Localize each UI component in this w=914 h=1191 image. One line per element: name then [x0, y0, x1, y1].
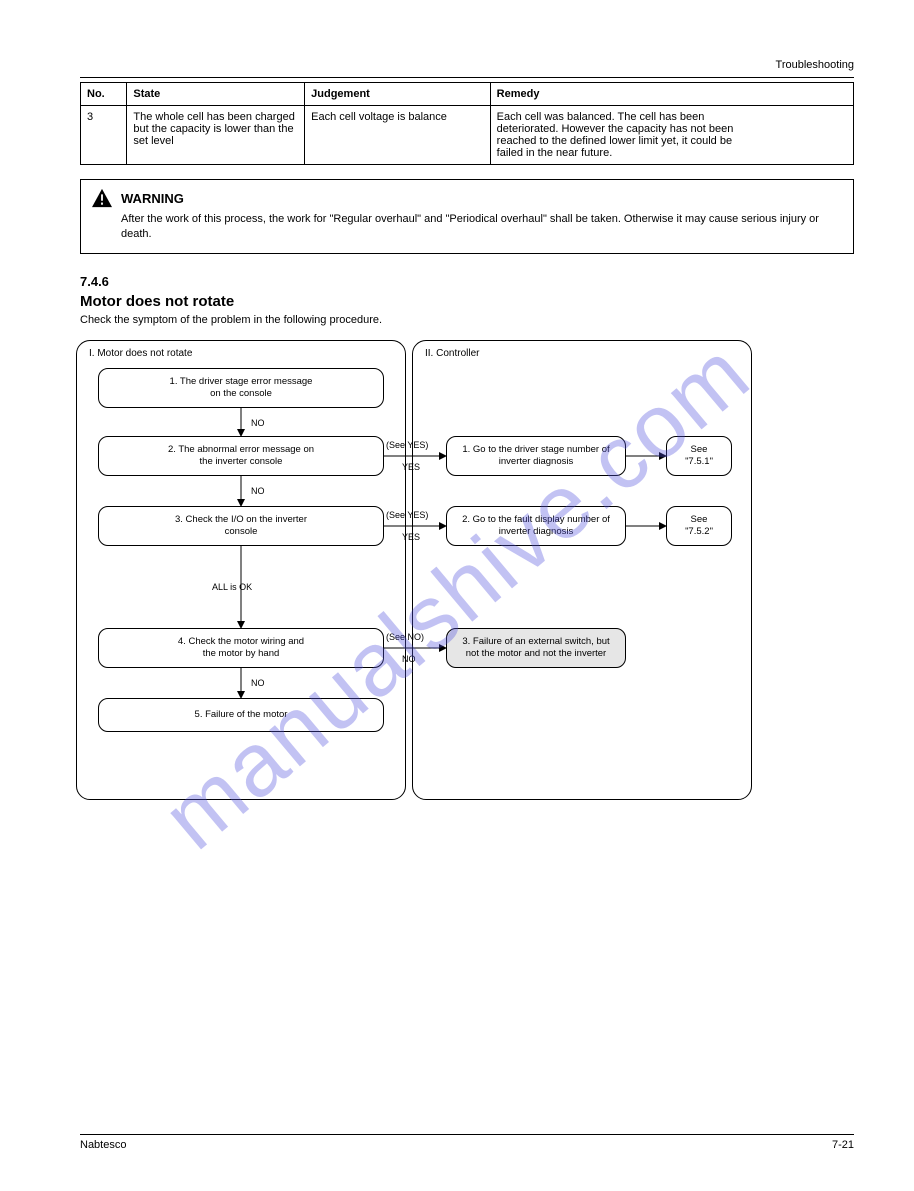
node-r1r-l1: See — [673, 444, 725, 456]
node-r2r: See "7.5.2" — [666, 506, 732, 546]
node-l3: 3. Check the I/O on the inverter console — [98, 506, 384, 546]
node-l3-l2: console — [105, 526, 377, 538]
node-l1-l2: on the console — [105, 388, 377, 400]
state-l3: set level — [133, 135, 173, 147]
node-l1: 1. The driver stage error message on the… — [98, 368, 384, 408]
warning-text: After the work of this process, the work… — [91, 212, 843, 243]
node-r1r: See "7.5.1" — [666, 436, 732, 476]
td-state: The whole cell has been charged but the … — [127, 106, 305, 165]
section-subtitle: Check the symptom of the problem in the … — [80, 314, 854, 326]
node-l4: 4. Check the motor wiring and the motor … — [98, 628, 384, 668]
th-state: State — [127, 83, 305, 106]
flowchart: I. Motor does not rotate II. Controller … — [76, 340, 766, 820]
node-l1-l1: 1. The driver stage error message — [105, 376, 377, 388]
node-r3-l2: not the motor and not the inverter — [453, 648, 619, 660]
header-rule — [80, 77, 854, 78]
node-l2-l2: the inverter console — [105, 456, 377, 468]
page-header-title: Troubleshooting — [80, 59, 854, 71]
td-no: 3 — [81, 106, 127, 165]
warning-label: WARNING — [121, 191, 184, 206]
node-l4-l1: 4. Check the motor wiring and — [105, 636, 377, 648]
node-r2: 2. Go to the fault display number of inv… — [446, 506, 626, 546]
node-r1-l1: 1. Go to the driver stage number of — [453, 444, 619, 456]
th-judgement: Judgement — [305, 83, 491, 106]
node-r2r-l1: See — [673, 514, 725, 526]
panel-right: II. Controller — [412, 340, 752, 800]
footer-rule — [80, 1134, 854, 1135]
footer-right: 7-21 — [832, 1139, 854, 1151]
td-judgement: Each cell voltage is balance — [305, 106, 491, 165]
page-footer: Nabtesco 7-21 — [80, 1134, 854, 1151]
node-l2-l1: 2. The abnormal error message on — [105, 444, 377, 456]
footer-left: Nabtesco — [80, 1139, 126, 1151]
node-l2: 2. The abnormal error message on the inv… — [98, 436, 384, 476]
node-r3: 3. Failure of an external switch, but no… — [446, 628, 626, 668]
rem-l2: deteriorated. However the capacity has n… — [497, 123, 734, 135]
node-l5: 5. Failure of the motor — [98, 698, 384, 732]
node-l3-l1: 3. Check the I/O on the inverter — [105, 514, 377, 526]
rem-l3: reached to the defined lower limit yet, … — [497, 135, 732, 147]
judge-l1: Each cell voltage is balance — [311, 111, 447, 123]
rem-l4: failed in the near future. — [497, 147, 613, 159]
state-l2: but the capacity is lower than the — [133, 123, 293, 135]
node-l5-l1: 5. Failure of the motor — [105, 709, 377, 721]
node-r1-l2: inverter diagnosis — [453, 456, 619, 468]
state-l1: The whole cell has been charged — [133, 111, 294, 123]
node-r1: 1. Go to the driver stage number of inve… — [446, 436, 626, 476]
troubleshooting-table: No. State Judgement Remedy 3 The whole c… — [80, 82, 854, 165]
node-r3-l1: 3. Failure of an external switch, but — [453, 636, 619, 648]
panel-right-label: II. Controller — [425, 348, 479, 359]
node-r1r-l2: "7.5.1" — [673, 456, 725, 468]
section-number: 7.4.6 — [80, 274, 854, 289]
th-remedy: Remedy — [490, 83, 853, 106]
panel-left-label: I. Motor does not rotate — [89, 348, 192, 359]
rem-l1: Each cell was balanced. The cell has bee… — [497, 111, 705, 123]
node-l4-l2: the motor by hand — [105, 648, 377, 660]
td-remedy: Each cell was balanced. The cell has bee… — [490, 106, 853, 165]
node-r2-l2: inverter diagnosis — [453, 526, 619, 538]
warning-icon — [91, 188, 113, 208]
section-title: Motor does not rotate — [80, 293, 854, 310]
node-r2r-l2: "7.5.2" — [673, 526, 725, 538]
node-r2-l1: 2. Go to the fault display number of — [453, 514, 619, 526]
th-no: No. — [81, 83, 127, 106]
warning-box: WARNING After the work of this process, … — [80, 179, 854, 254]
